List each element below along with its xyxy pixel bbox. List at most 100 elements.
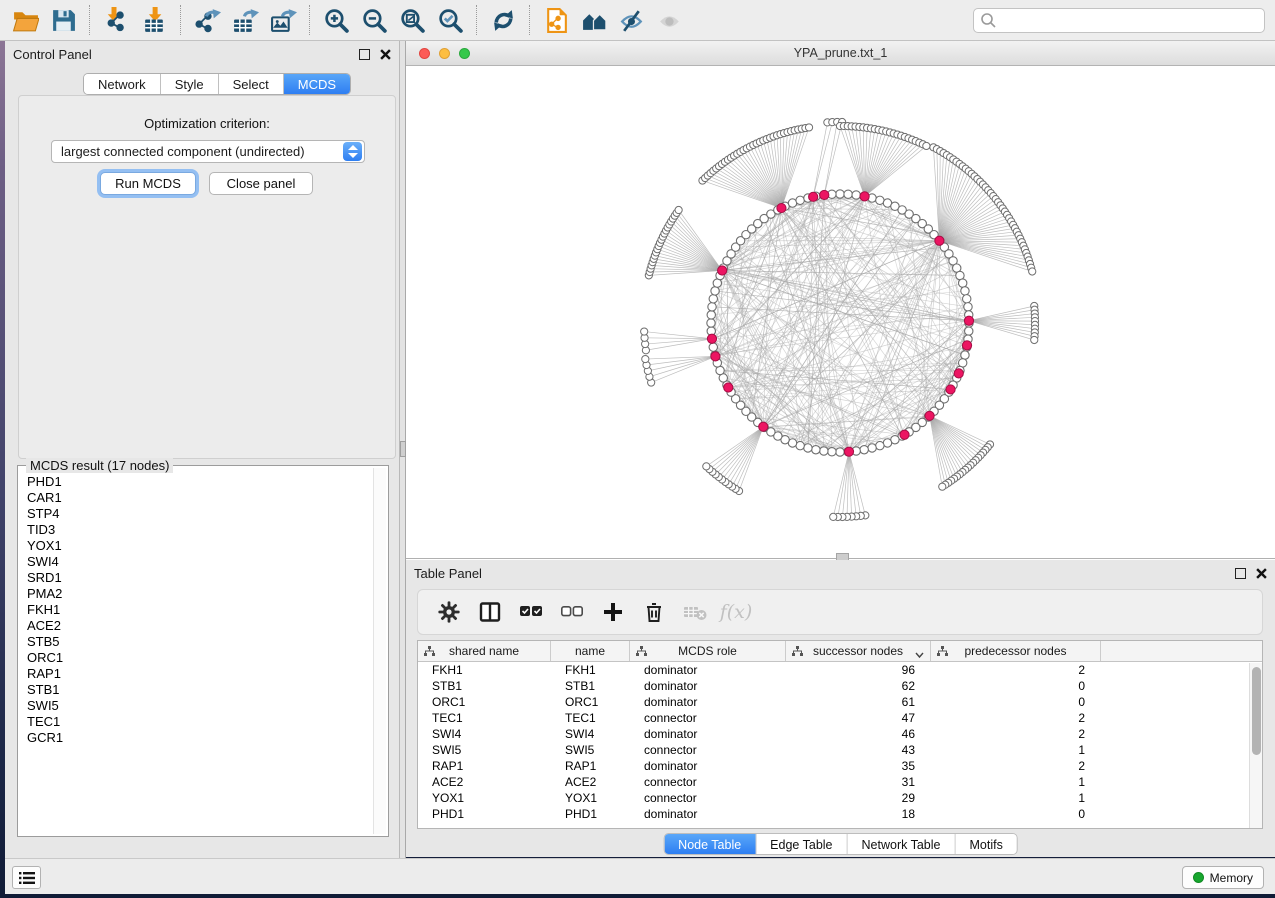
graph-node[interactable] (707, 319, 715, 327)
cell[interactable]: connector (630, 790, 786, 806)
close-table-panel-icon[interactable] (1256, 568, 1267, 579)
cell[interactable]: dominator (630, 662, 786, 678)
mcds-result-item[interactable]: ORC1 (27, 650, 372, 666)
tab-motifs[interactable]: Motifs (955, 834, 1016, 854)
tab-select[interactable]: Select (219, 74, 284, 94)
zoom-selected-icon[interactable] (431, 3, 469, 37)
cell[interactable]: TEC1 (551, 710, 630, 726)
cell[interactable]: FKH1 (418, 662, 551, 678)
graph-node[interactable] (809, 192, 818, 201)
graph-node[interactable] (963, 295, 971, 303)
cell[interactable]: connector (630, 710, 786, 726)
tab-network[interactable]: Network (84, 74, 161, 94)
delete-column-icon[interactable] (637, 595, 671, 629)
table-row[interactable]: SWI4SWI4dominator462 (418, 726, 1262, 742)
graph-node[interactable] (860, 446, 868, 454)
cell[interactable]: RAP1 (551, 758, 630, 774)
mcds-result-list[interactable]: PHD1CAR1STP4TID3YOX1SWI4SRD1PMA2FKH1ACE2… (20, 468, 372, 834)
cell[interactable]: 47 (786, 710, 931, 726)
cell[interactable]: 1 (931, 790, 1101, 806)
mcds-result-item[interactable]: PHD1 (27, 474, 372, 490)
cell[interactable]: 2 (931, 662, 1101, 678)
cell[interactable]: 18 (786, 806, 931, 822)
graph-node[interactable] (703, 463, 710, 470)
graph-node[interactable] (900, 430, 909, 439)
graph-node[interactable] (718, 266, 727, 275)
graph-node[interactable] (868, 444, 876, 452)
graph-node[interactable] (925, 411, 934, 420)
share-document-icon[interactable] (537, 3, 575, 37)
cell[interactable]: 1 (931, 774, 1101, 790)
graph-node[interactable] (965, 327, 973, 335)
export-image-icon[interactable] (264, 3, 302, 37)
window-maximize-icon[interactable] (459, 48, 470, 59)
cell[interactable]: 46 (786, 726, 931, 742)
graph-node[interactable] (820, 190, 829, 199)
graph-node[interactable] (860, 192, 869, 201)
graph-node[interactable] (964, 316, 973, 325)
cell[interactable]: connector (630, 742, 786, 758)
table-row[interactable]: RAP1RAP1dominator352 (418, 758, 1262, 774)
mcds-result-item[interactable]: PMA2 (27, 586, 372, 602)
table-row[interactable]: ORC1ORC1dominator610 (418, 694, 1262, 710)
graph-node[interactable] (707, 334, 716, 343)
memory-button[interactable]: Memory (1182, 866, 1264, 889)
cell[interactable]: SWI4 (551, 726, 630, 742)
cell[interactable]: SWI5 (551, 742, 630, 758)
cell[interactable]: 43 (786, 742, 931, 758)
view-mode-button[interactable] (12, 866, 41, 889)
column-header-name[interactable]: name (551, 641, 630, 661)
graph-node[interactable] (954, 369, 963, 378)
cell[interactable]: dominator (630, 806, 786, 822)
graph-node[interactable] (711, 287, 719, 295)
graph-node[interactable] (724, 383, 733, 392)
cell[interactable]: 2 (931, 758, 1101, 774)
mcds-list-scrollbar[interactable] (373, 468, 386, 834)
add-column-icon[interactable] (596, 595, 630, 629)
zoom-out-icon[interactable] (355, 3, 393, 37)
graph-node[interactable] (962, 341, 971, 350)
float-table-panel-icon[interactable] (1235, 568, 1246, 579)
cell[interactable]: RAP1 (418, 758, 551, 774)
tab-mcds[interactable]: MCDS (284, 74, 350, 94)
graph-node[interactable] (709, 343, 717, 351)
graph-node[interactable] (759, 422, 768, 431)
tab-edge-table[interactable]: Edge Table (756, 834, 847, 854)
cell[interactable]: PHD1 (551, 806, 630, 822)
float-panel-icon[interactable] (359, 49, 370, 60)
table-settings-gear-icon[interactable] (432, 595, 466, 629)
close-panel-button[interactable]: Close panel (209, 172, 313, 195)
cell[interactable]: ORC1 (551, 694, 630, 710)
graph-node[interactable] (707, 311, 715, 319)
import-network-icon[interactable] (97, 3, 135, 37)
tab-node-table[interactable]: Node Table (664, 834, 756, 854)
save-session-icon[interactable] (44, 3, 82, 37)
graph-node[interactable] (1029, 268, 1036, 275)
graph-node[interactable] (711, 352, 720, 361)
close-panel-icon[interactable] (380, 49, 391, 60)
cell[interactable]: ACE2 (418, 774, 551, 790)
network-graph[interactable] (406, 66, 1275, 559)
graph-node[interactable] (844, 447, 853, 456)
cell[interactable]: 31 (786, 774, 931, 790)
graph-node[interactable] (642, 355, 649, 362)
cell[interactable]: connector (630, 774, 786, 790)
graph-node[interactable] (939, 483, 946, 490)
column-header-successor-nodes[interactable]: successor nodes (786, 641, 931, 661)
table-row[interactable]: YOX1YOX1connector291 (418, 790, 1262, 806)
table-row[interactable]: PHD1PHD1dominator180 (418, 806, 1262, 822)
mcds-result-item[interactable]: TID3 (27, 522, 372, 538)
graph-node[interactable] (777, 203, 786, 212)
cell[interactable]: PHD1 (418, 806, 551, 822)
export-network-icon[interactable] (188, 3, 226, 37)
cell[interactable]: 62 (786, 678, 931, 694)
mcds-result-item[interactable]: RAP1 (27, 666, 372, 682)
mcds-result-item[interactable]: STP4 (27, 506, 372, 522)
zoom-fit-icon[interactable] (393, 3, 431, 37)
graph-node[interactable] (641, 328, 648, 335)
graph-node[interactable] (812, 446, 820, 454)
cell[interactable]: FKH1 (551, 662, 630, 678)
import-table-icon[interactable] (135, 3, 173, 37)
cell[interactable]: 96 (786, 662, 931, 678)
first-neighbors-icon[interactable] (575, 3, 613, 37)
